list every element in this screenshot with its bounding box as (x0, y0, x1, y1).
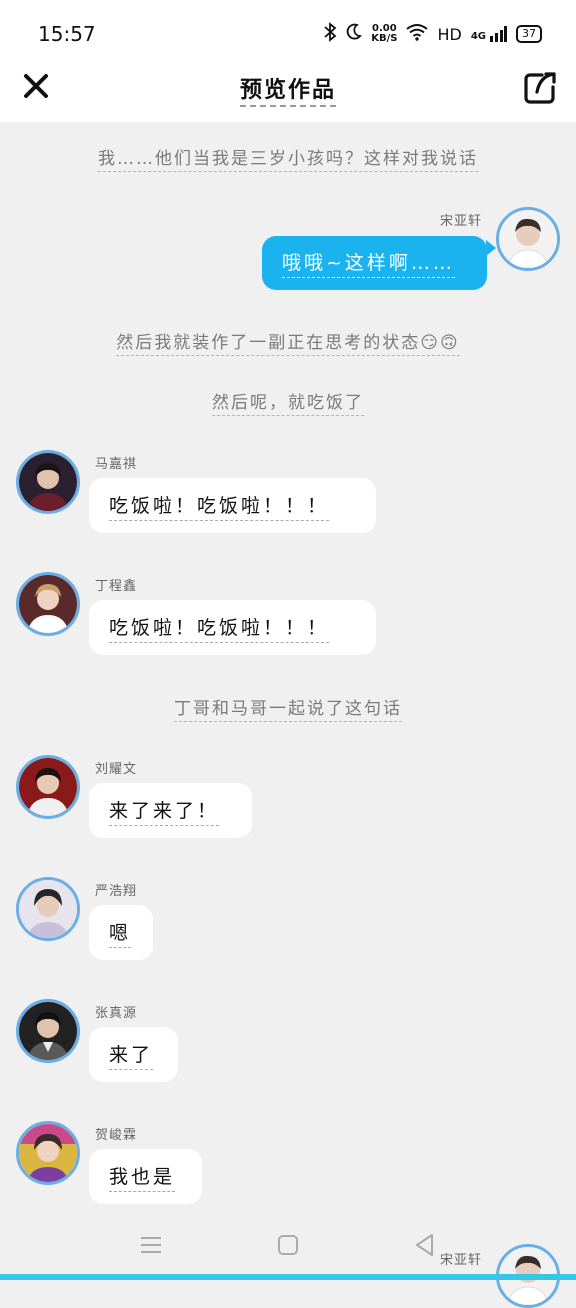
avatar[interactable] (16, 450, 80, 514)
narration-text: 然后我就装作了一副正在思考的状态😏🙃 (116, 333, 460, 356)
share-button[interactable] (522, 70, 558, 106)
sender-name: 刘耀文 (95, 762, 138, 777)
home-icon (278, 1235, 298, 1255)
page-title-text: 预览作品 (239, 78, 336, 107)
battery-indicator: 37 (516, 25, 542, 43)
sender-name: 严浩翔 (95, 884, 138, 899)
message-bubble[interactable]: 吃饭啦！吃饭啦！！！ (89, 478, 376, 533)
system-nav-bar (0, 1222, 576, 1280)
moon-icon (346, 23, 363, 45)
page-title: 预览作品 (0, 72, 576, 107)
message-bubble[interactable]: 来了 (89, 1027, 178, 1082)
chat-feed[interactable]: 我……他们当我是三岁小孩吗？这样对我说话 宋亚轩 哦哦~这样啊…… 然后我就装作… (0, 122, 576, 1308)
sender-name: 丁程鑫 (95, 579, 138, 594)
message-text: 吃饭啦！吃饭啦！！！ (109, 613, 330, 643)
message-bubble[interactable]: 来了来了！ (89, 783, 252, 838)
message-bubble[interactable]: 吃饭啦！吃饭啦！！！ (89, 600, 376, 655)
signal-label: 4G (470, 31, 486, 42)
back-button[interactable] (412, 1232, 438, 1258)
status-bar: 15:57 0.00 KB/S HD 4G 37 (0, 0, 576, 62)
message-text: 来了 (109, 1040, 154, 1070)
narration-text: 我……他们当我是三岁小孩吗？这样对我说话 (98, 149, 478, 172)
narration-text: 然后呢，就吃饭了 (212, 393, 364, 416)
bluetooth-icon (323, 22, 337, 46)
message-text: 哦哦~这样啊…… (282, 248, 455, 278)
message-text: 来了来了！ (109, 796, 220, 826)
sender-name: 马嘉祺 (95, 457, 138, 472)
home-button[interactable] (275, 1232, 301, 1258)
message-bubble[interactable]: 我也是 (89, 1149, 202, 1204)
avatar[interactable] (16, 877, 80, 941)
app-header: 预览作品 (0, 62, 576, 122)
bubble-tail (486, 240, 496, 256)
message-text: 我也是 (109, 1162, 176, 1192)
back-icon (416, 1234, 433, 1256)
wifi-icon (406, 23, 429, 45)
narration-line: 然后呢，就吃饭了 (0, 388, 576, 416)
avatar[interactable] (16, 572, 80, 636)
sender-name: 宋亚轩 (439, 214, 482, 229)
message-text: 嗯 (109, 918, 132, 948)
status-icons: 0.00 KB/S HD 4G 37 (323, 22, 542, 46)
avatar[interactable] (16, 755, 80, 819)
avatar[interactable] (16, 1121, 80, 1185)
narration-line: 丁哥和马哥一起说了这句话 (0, 694, 576, 722)
sender-name: 张真源 (95, 1006, 138, 1021)
menu-icon (141, 1237, 161, 1253)
menu-button[interactable] (138, 1232, 164, 1258)
network-speed: 0.00 KB/S (371, 24, 397, 44)
avatar[interactable] (16, 999, 80, 1063)
message-bubble[interactable]: 哦哦~这样啊…… (262, 236, 487, 290)
message-text: 吃饭啦！吃饭啦！！！ (109, 491, 330, 521)
narration-text: 丁哥和马哥一起说了这句话 (174, 699, 402, 722)
hd-label: HD (437, 24, 462, 44)
share-icon (524, 72, 556, 104)
status-time: 15:57 (38, 22, 96, 46)
cell-signal-icon: 4G (471, 26, 507, 42)
bottom-accent-strip (0, 1274, 576, 1280)
message-bubble[interactable]: 嗯 (89, 905, 153, 960)
narration-line: 我……他们当我是三岁小孩吗？这样对我说话 (0, 144, 576, 172)
narration-line: 然后我就装作了一副正在思考的状态😏🙃 (0, 328, 576, 356)
sender-name: 贺峻霖 (95, 1128, 138, 1143)
network-speed-unit: KB/S (371, 33, 398, 44)
avatar[interactable] (496, 207, 560, 271)
